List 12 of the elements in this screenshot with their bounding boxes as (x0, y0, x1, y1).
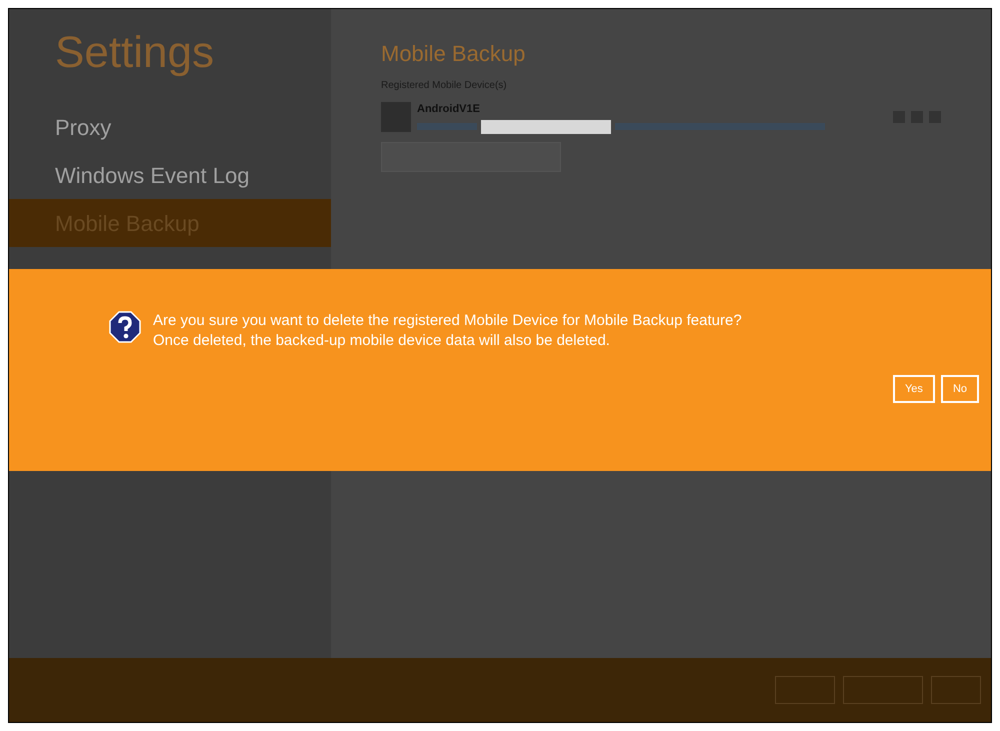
footer-button[interactable] (775, 676, 835, 704)
footer-button[interactable] (843, 676, 923, 704)
sidebar-item[interactable]: Proxy (9, 103, 331, 151)
dialog-message: Are you sure you want to delete the registered Mobile Device for Mobile Backup feature? (153, 311, 743, 331)
section-heading: Mobile Backup (381, 40, 526, 68)
sidebar-item[interactable]: Windows Event Log (9, 151, 331, 199)
dialog-button[interactable]: No (940, 375, 979, 403)
footer-button[interactable] (931, 676, 981, 704)
dialog-button[interactable]: Yes (892, 375, 935, 403)
dialog-message: Once deleted, the backed-up mobile device data will also be deleted. (153, 331, 611, 351)
settings-title: Settings (54, 27, 215, 79)
question-icon (109, 311, 141, 343)
